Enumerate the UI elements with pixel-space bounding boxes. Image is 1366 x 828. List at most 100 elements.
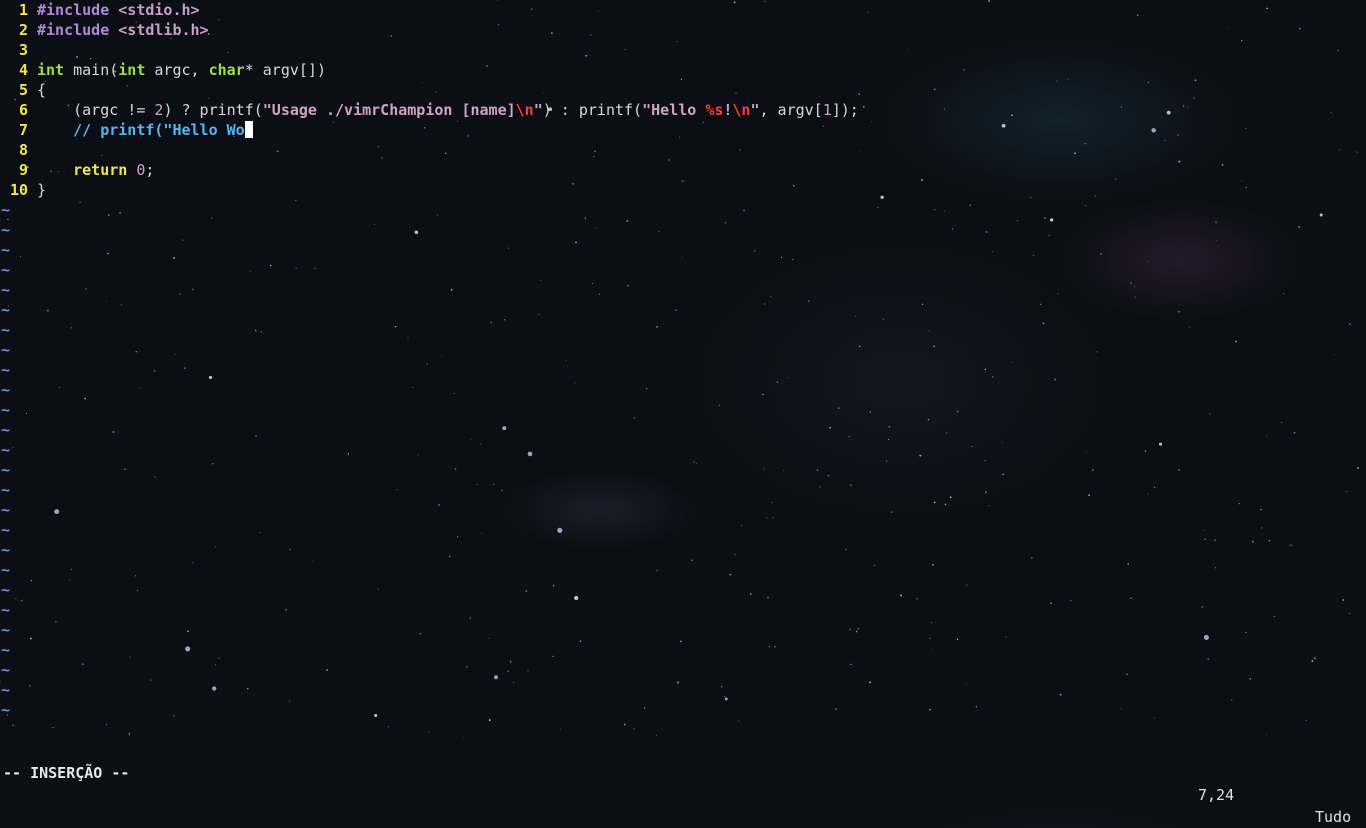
empty-buffer-line: ~	[0, 580, 1366, 600]
empty-buffer-line: ~	[0, 480, 1366, 500]
syntax-token: 1	[822, 101, 832, 119]
syntax-token: #include	[37, 21, 110, 39]
tilde-marker: ~	[1, 221, 11, 239]
syntax-token: , argv[	[759, 101, 823, 119]
star	[52, 727, 54, 729]
syntax-token	[37, 121, 73, 139]
empty-buffer-line: ~	[0, 620, 1366, 640]
syntax-token: char	[208, 61, 245, 79]
code-line[interactable]: 1 #include <stdio.h>	[0, 0, 1366, 20]
line-number: 7	[18, 121, 28, 139]
tilde-marker: ~	[1, 601, 11, 619]
syntax-token: return	[73, 161, 128, 179]
tilde-marker: ~	[1, 421, 11, 439]
syntax-token: }	[37, 181, 47, 199]
tilde-marker: ~	[1, 441, 11, 459]
line-content: (argc != 2) ? printf("Usage ./vimrChampi…	[37, 100, 859, 120]
tilde-marker: ~	[1, 481, 11, 499]
empty-buffer-line: ~	[0, 400, 1366, 420]
syntax-token: \n	[732, 101, 751, 119]
line-content: int main(int argc, char* argv[])	[37, 60, 326, 80]
syntax-token: main(	[64, 61, 119, 79]
syntax-token: ) ? printf(	[163, 101, 263, 119]
syntax-token: {	[37, 81, 47, 99]
syntax-token: // printf("Hello Wo	[73, 121, 245, 139]
tilde-marker: ~	[1, 461, 11, 479]
syntax-token: "Usage ./vimrChampion [name]	[262, 101, 516, 119]
star	[428, 731, 430, 733]
code-line[interactable]: 6 (argc != 2) ? printf("Usage ./vimrCham…	[0, 100, 1366, 120]
tilde-marker: ~	[1, 581, 11, 599]
code-line[interactable]: 5{	[0, 80, 1366, 100]
syntax-token	[109, 21, 118, 39]
scroll-position: Tudo	[1315, 808, 1352, 826]
vim-editor-buffer[interactable]: 1 #include <stdio.h> 2 #include <stdlib.h> 3…	[0, 0, 1366, 720]
code-line[interactable]: 10}	[0, 180, 1366, 200]
cursor-position: 7,24	[1198, 786, 1235, 804]
line-content: {	[37, 80, 46, 100]
star	[738, 720, 740, 722]
star	[106, 724, 108, 726]
syntax-token: ;	[145, 161, 155, 179]
syntax-token	[37, 161, 73, 179]
syntax-token	[109, 1, 118, 19]
tilde-marker: ~	[1, 701, 11, 719]
empty-buffer-line: ~	[0, 320, 1366, 340]
syntax-token: <stdlib.h>	[118, 21, 209, 39]
tilde-marker: ~	[1, 341, 11, 359]
code-line[interactable]: 8	[0, 140, 1366, 160]
empty-buffer-line: ~	[0, 540, 1366, 560]
syntax-token: "	[750, 101, 760, 119]
empty-buffer-line: ~	[0, 340, 1366, 360]
tilde-marker: ~	[1, 661, 11, 679]
empty-buffer-line: ~	[0, 220, 1366, 240]
vim-status-line: -- INSERÇÃO -- 7,24 Tudo	[0, 740, 1366, 826]
star	[655, 734, 658, 737]
code-line[interactable]: 9 return 0;	[0, 160, 1366, 180]
tilde-marker: ~	[1, 501, 11, 519]
empty-buffer-line: ~	[0, 460, 1366, 480]
syntax-token: int	[37, 61, 65, 79]
star	[128, 733, 131, 735]
empty-buffer-line: ~	[0, 680, 1366, 700]
text-cursor	[244, 121, 253, 138]
empty-buffer-line: ~	[0, 440, 1366, 460]
syntax-token: (argc !=	[37, 101, 155, 119]
line-number: 1	[18, 1, 28, 19]
empty-buffer-line: ~	[0, 420, 1366, 440]
tilde-marker: ~	[1, 321, 11, 339]
syntax-token: \n	[515, 101, 534, 119]
empty-buffer-line: ~	[0, 500, 1366, 520]
code-line[interactable]: 4 int main(int argc, char* argv[])	[0, 60, 1366, 80]
line-number: 3	[18, 41, 28, 59]
line-number: 4	[18, 61, 28, 79]
syntax-token: * argv[])	[244, 61, 326, 79]
syntax-token	[127, 161, 136, 179]
tilde-marker: ~	[1, 681, 11, 699]
tilde-marker: ~	[1, 541, 11, 559]
line-content: }	[37, 180, 46, 200]
line-content: #include <stdlib.h>	[37, 20, 209, 40]
empty-buffer-line: ~	[0, 200, 1366, 220]
empty-buffer-line: ~	[0, 300, 1366, 320]
tilde-marker: ~	[1, 621, 11, 639]
code-line[interactable]: 7 // printf("Hello Wo	[0, 120, 1366, 140]
tilde-marker: ~	[1, 381, 11, 399]
star	[462, 736, 464, 738]
code-line[interactable]: 2 #include <stdlib.h>	[0, 20, 1366, 40]
empty-buffer-line: ~	[0, 520, 1366, 540]
line-number: 6	[18, 101, 28, 119]
empty-buffer-line: ~	[0, 700, 1366, 720]
syntax-token: ) : printf(	[542, 101, 643, 119]
line-number: 5	[18, 81, 28, 99]
empty-buffer-line: ~	[0, 380, 1366, 400]
line-content: // printf("Hello Wo	[37, 120, 253, 140]
syntax-token: "Hello	[642, 101, 706, 119]
star	[560, 728, 562, 730]
tilde-marker: ~	[1, 281, 11, 299]
mode-indicator: -- INSERÇÃO --	[3, 764, 130, 782]
tilde-marker: ~	[1, 521, 11, 539]
empty-buffer-line: ~	[0, 360, 1366, 380]
line-content: #include <stdio.h>	[37, 0, 200, 20]
code-line[interactable]: 3	[0, 40, 1366, 60]
